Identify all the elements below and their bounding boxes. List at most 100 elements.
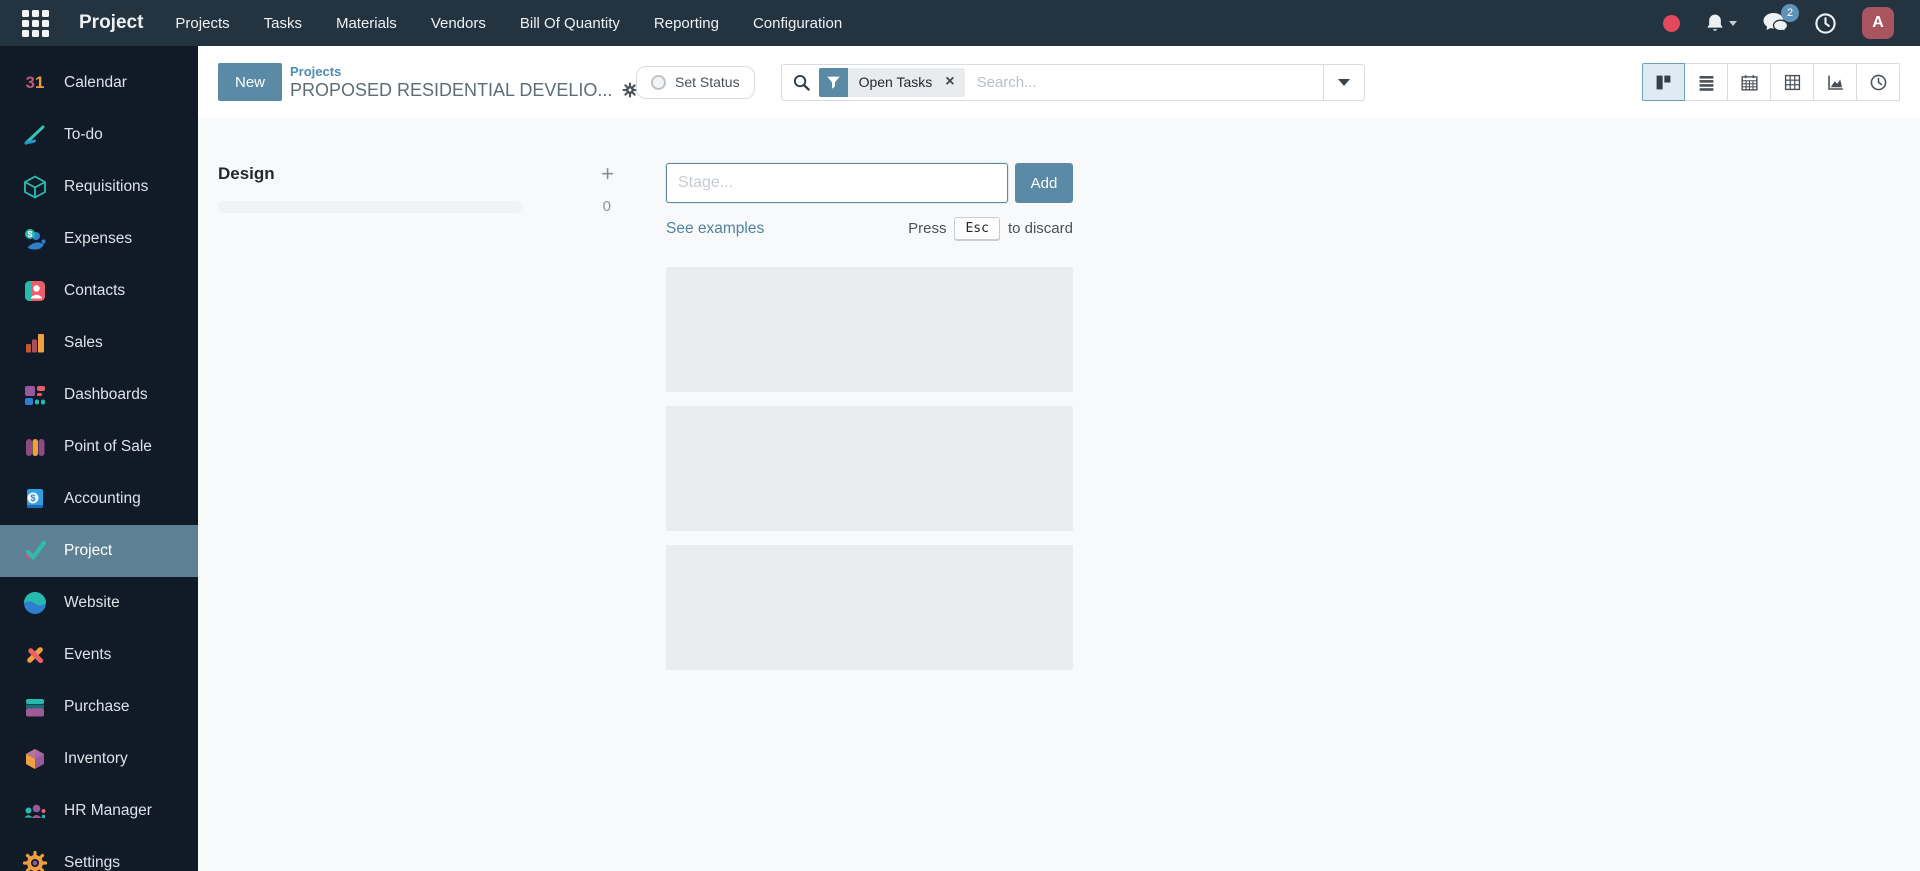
view-graph-button[interactable] [1814,63,1857,101]
svg-text:$: $ [30,493,35,503]
new-stage-column: Add See examples Press Esc to discard [666,163,1073,871]
menu-item-configuration[interactable]: Configuration [753,15,842,32]
column-title: Design [218,164,275,184]
see-examples-link[interactable]: See examples [666,220,764,238]
sidebar-item-label: Dashboards [64,386,148,404]
sidebar-item-purchase[interactable]: Purchase [0,681,198,733]
filter-funnel-icon [819,68,848,97]
status-circle-icon [651,75,666,90]
menu-item-materials[interactable]: Materials [336,15,397,32]
sidebar-item-label: Events [64,646,111,664]
menu-item-projects[interactable]: Projects [175,15,229,32]
column-record-count: 0 [603,198,611,215]
sidebar-item-label: Website [64,594,120,612]
view-list-button[interactable] [1685,63,1728,101]
add-task-plus-icon[interactable]: + [601,163,614,185]
ghost-card [666,267,1073,392]
sidebar-item-label: Requisitions [64,178,148,196]
sidebar-item-settings[interactable]: Settings [0,837,198,871]
menu-item-tasks[interactable]: Tasks [264,15,302,32]
sidebar-item-project[interactable]: Project [0,525,198,577]
sidebar-item-requisitions[interactable]: Requisitions [0,161,198,213]
page-title: PROPOSED RESIDENTIAL DEVELIO... [290,80,612,101]
discard-hint-suffix: to discard [1008,220,1073,237]
menu-item-reporting[interactable]: Reporting [654,15,719,32]
kanban-board: Design + 0 Add See examples Press [198,118,1920,871]
new-button[interactable]: New [218,63,282,101]
sales-icon [21,329,49,357]
view-kanban-button[interactable] [1642,63,1685,101]
stage-name-input[interactable] [666,163,1008,203]
topbar-right: 2 A [1663,7,1894,39]
app-name[interactable]: Project [79,12,143,34]
calendar-icon: 31 [21,69,49,97]
app-menu: Projects Tasks Materials Vendors Bill Of… [175,15,842,32]
sidebar-item-label: Point of Sale [64,438,152,456]
apps-grid-icon[interactable] [22,10,49,37]
sidebar-item-website[interactable]: Website [0,577,198,629]
contacts-icon [21,277,49,305]
website-icon [21,589,49,617]
events-icon [21,641,49,669]
stage-quick-create-form: Add [666,163,1073,203]
messages-icon[interactable]: 2 [1762,11,1789,35]
sidebar-item-label: Purchase [64,698,129,716]
sidebar-item-events[interactable]: Events [0,629,198,681]
column-progress-bar [218,201,522,213]
sidebar: 31 Calendar To-do Requisitions $ Expense… [0,46,198,871]
hr-manager-icon [21,797,49,825]
sidebar-item-label: Sales [64,334,103,352]
sidebar-item-hr-manager[interactable]: HR Manager [0,785,198,837]
sidebar-item-accounting[interactable]: $ Accounting [0,473,198,525]
top-navbar: Project Projects Tasks Materials Vendors… [0,0,1920,46]
chevron-down-icon [1338,79,1350,86]
view-calendar-button[interactable] [1728,63,1771,101]
user-avatar[interactable]: A [1862,7,1894,39]
sidebar-item-label: Settings [64,854,120,871]
sidebar-item-sales[interactable]: Sales [0,317,198,369]
notifications-bell-icon[interactable] [1705,13,1737,33]
view-pivot-button[interactable] [1771,63,1814,101]
breadcrumb: Projects PROPOSED RESIDENTIAL DEVELIO... [290,64,636,101]
view-switcher [1642,63,1900,101]
activities-clock-icon[interactable] [1814,12,1837,35]
menu-item-vendors[interactable]: Vendors [431,15,486,32]
set-status-label: Set Status [675,74,740,90]
search-input[interactable] [965,74,1323,91]
settings-icon [21,849,49,871]
remove-filter-icon[interactable]: × [943,74,964,90]
search-filter-facet: Open Tasks × [819,68,965,97]
sidebar-item-label: Expenses [64,230,132,248]
point-of-sale-icon [21,433,49,461]
svg-text:$: $ [28,229,33,239]
sidebar-item-calendar[interactable]: 31 Calendar [0,57,198,109]
dashboards-icon [21,381,49,409]
breadcrumb-parent-link[interactable]: Projects [290,64,636,79]
project-icon [21,537,49,565]
set-status-button[interactable]: Set Status [636,66,755,99]
sidebar-item-dashboards[interactable]: Dashboards [0,369,198,421]
chevron-down-icon [1729,21,1737,26]
sidebar-item-point-of-sale[interactable]: Point of Sale [0,421,198,473]
sidebar-item-label: HR Manager [64,802,152,820]
todo-icon [21,121,49,149]
sidebar-item-expenses[interactable]: $ Expenses [0,213,198,265]
discard-hint-press: Press [908,220,946,237]
sidebar-item-label: Calendar [64,74,127,92]
view-activity-button[interactable] [1857,63,1900,101]
requisitions-icon [21,173,49,201]
search-options-toggle[interactable] [1323,65,1364,100]
add-stage-button[interactable]: Add [1015,163,1073,203]
expenses-icon: $ [21,225,49,253]
sidebar-item-inventory[interactable]: Inventory [0,733,198,785]
record-indicator-icon[interactable] [1663,15,1680,32]
sidebar-item-label: Accounting [64,490,141,508]
menu-item-bill-of-quantity[interactable]: Bill Of Quantity [520,15,620,32]
sidebar-item-label: Contacts [64,282,125,300]
filter-facet-label: Open Tasks [848,74,944,90]
sidebar-item-contacts[interactable]: Contacts [0,265,198,317]
control-panel: New Projects PROPOSED RESIDENTIAL DEVELI… [198,46,1920,118]
esc-key-badge: Esc [954,217,999,240]
sidebar-item-todo[interactable]: To-do [0,109,198,161]
main-area: New Projects PROPOSED RESIDENTIAL DEVELI… [198,46,1920,871]
